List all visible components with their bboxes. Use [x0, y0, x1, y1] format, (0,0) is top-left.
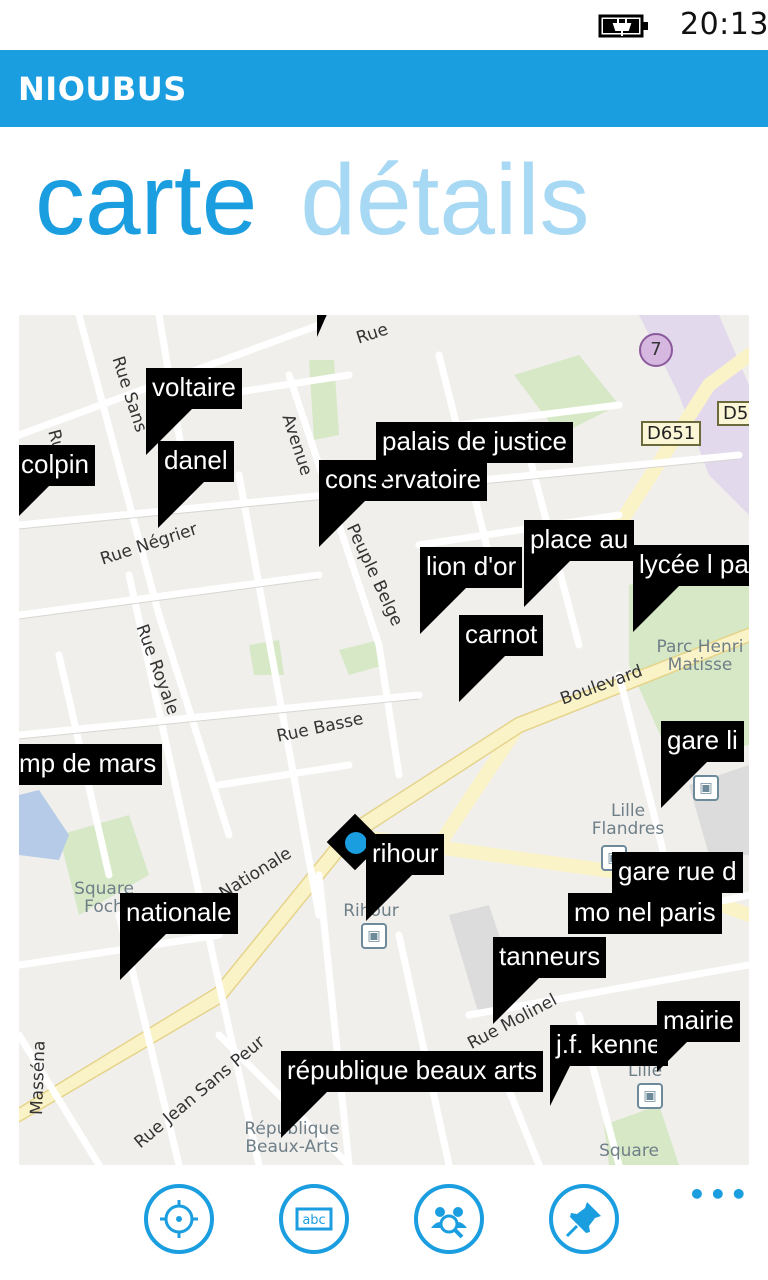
stop-label: gare li: [661, 721, 744, 763]
people-search-icon: [431, 1207, 467, 1239]
pin-icon: [565, 1202, 601, 1238]
stop-label: carnot: [459, 615, 544, 657]
stop-pin-tanneurs[interactable]: tanneurs: [493, 937, 607, 1025]
stop-label: mo nel paris: [568, 893, 722, 935]
stop-label: gare rue d: [612, 852, 743, 894]
pivot-header: carte détails: [35, 150, 627, 250]
stop-pin[interactable]: [317, 315, 339, 337]
stop-pin-carnot[interactable]: carnot: [459, 615, 544, 703]
clock: 20:13: [680, 7, 768, 42]
application-bar: abc •••: [0, 1168, 768, 1280]
stop-label: place au: [524, 520, 635, 562]
route-number-badge: 7: [639, 333, 673, 367]
stop-label: mairie: [657, 1001, 740, 1043]
stop-label: danel: [158, 441, 234, 483]
stop-pin-colpin[interactable]: colpin: [19, 445, 95, 521]
status-bar: 20:13: [0, 0, 768, 50]
stop-pin-place-au[interactable]: place au: [524, 520, 635, 608]
stop-pin-lycee[interactable]: lycée l pa: [633, 545, 749, 633]
stop-label: voltaire: [146, 368, 242, 410]
stop-label: rihour: [366, 834, 445, 876]
current-location-dot: [345, 832, 367, 854]
app-header: NIOUBUS: [0, 50, 768, 127]
stop-pin-danel[interactable]: danel: [158, 441, 234, 529]
stop-label: république beaux arts: [281, 1051, 544, 1093]
stop-pin-gare-lille[interactable]: gare li: [661, 721, 744, 809]
stop-pin-jf-kennedy[interactable]: j.f. kenne: [550, 1025, 668, 1107]
stop-pin-molinel-paris[interactable]: mo nel paris: [568, 893, 722, 935]
stop-pin-palais-de-justice[interactable]: palais de justice: [376, 422, 573, 494]
map-view[interactable]: Rue Rue Sans Rue Avenue Rue Négrier Rue …: [19, 315, 749, 1165]
tab-carte[interactable]: carte: [35, 150, 257, 250]
locate-button[interactable]: [144, 1184, 214, 1254]
people-search-button[interactable]: [414, 1184, 484, 1254]
road-badge: D651: [641, 421, 702, 446]
place-label: Parc Henri Matisse: [656, 637, 744, 675]
stop-label: palais de justice: [376, 422, 573, 464]
tab-details[interactable]: détails: [300, 150, 589, 250]
metro-icon: ▣: [361, 923, 387, 949]
stop-label: lion d'or: [420, 547, 523, 589]
stop-label: mp de mars: [19, 744, 163, 786]
road-badge: D5: [717, 401, 749, 426]
stop-label: j.f. kenne: [550, 1025, 668, 1067]
keyboard-abc-icon: abc: [295, 1207, 333, 1231]
keyboard-abc-text: abc: [302, 1213, 325, 1228]
stop-label: nationale: [120, 893, 238, 935]
stop-pin-nationale[interactable]: nationale: [120, 893, 238, 981]
stop-pin-champ-de-mars[interactable]: mp de mars: [19, 744, 163, 786]
street-label: Masséna: [27, 1040, 50, 1116]
more-button[interactable]: •••: [688, 1178, 751, 1211]
app-title: NIOUBUS: [18, 70, 187, 108]
stop-label: lycée l pa: [633, 545, 749, 587]
stop-pin-republique-beaux-arts[interactable]: république beaux arts: [281, 1051, 544, 1139]
stop-label: colpin: [19, 445, 95, 487]
stop-pin-mairie[interactable]: mairie: [657, 1001, 740, 1073]
place-label: Square: [599, 1141, 659, 1161]
locate-icon: [160, 1200, 198, 1238]
battery-charging-icon: [598, 14, 648, 38]
pin-button[interactable]: [549, 1184, 619, 1254]
stop-pin-rihour[interactable]: rihour: [366, 834, 445, 922]
stop-label: tanneurs: [493, 937, 607, 979]
place-label: Lille Flandres: [591, 801, 665, 839]
keyboard-search-button[interactable]: abc: [279, 1184, 349, 1254]
